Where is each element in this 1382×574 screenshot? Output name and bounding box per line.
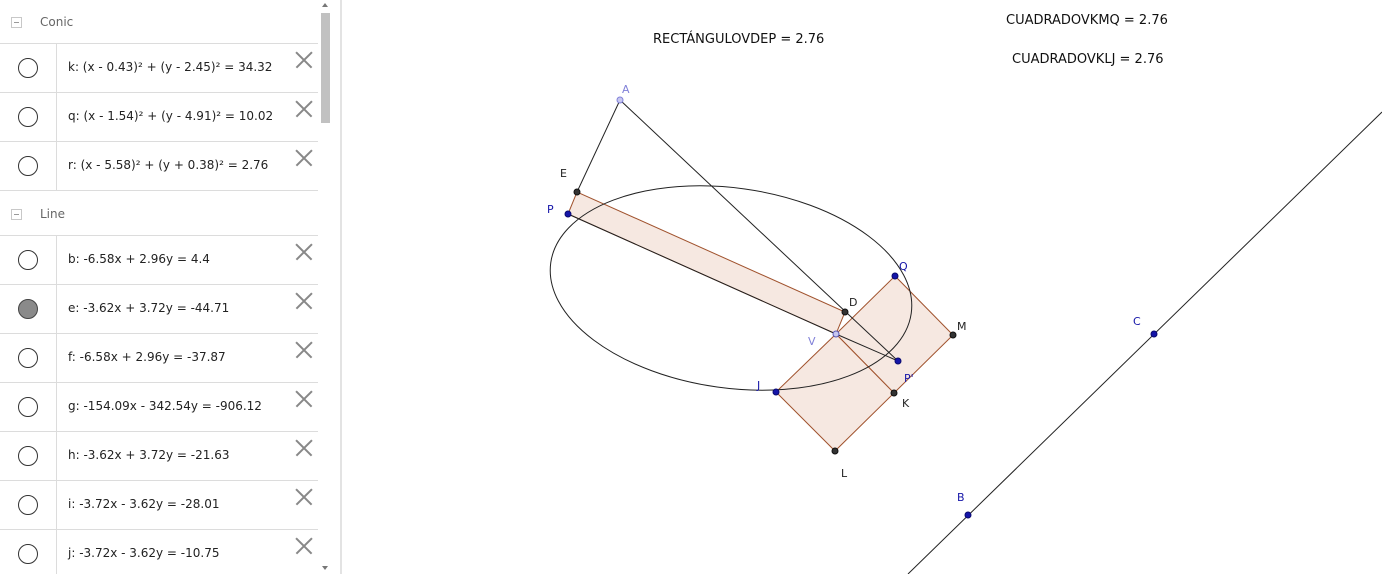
visibility-toggle-icon[interactable] xyxy=(18,250,38,270)
formula-h[interactable]: h: -3.62x + 3.72y = -21.63 xyxy=(68,448,229,462)
formula-j[interactable]: j: -3.72x - 3.62y = -10.75 xyxy=(68,546,220,560)
row-separator xyxy=(56,285,57,333)
formula-q[interactable]: q: (x - 1.54)² + (y - 4.91)² = 10.02 xyxy=(68,109,273,123)
point-b[interactable] xyxy=(964,511,972,519)
visibility-toggle-icon[interactable] xyxy=(18,397,38,417)
group-label-conic: Conic xyxy=(40,15,74,29)
group-header-conic[interactable]: Conic xyxy=(0,0,318,44)
delete-icon[interactable] xyxy=(294,438,314,458)
algebra-row-b[interactable]: b: -6.58x + 2.96y = 4.4 xyxy=(0,236,318,285)
graphics-view[interactable]: RECTÁNGULOVDEP = 2.76 CUADRADOVKMQ = 2.7… xyxy=(342,0,1382,574)
formula-f[interactable]: f: -6.58x + 2.96y = -37.87 xyxy=(68,350,226,364)
algebra-row-e[interactable]: e: -3.62x + 3.72y = -44.71 xyxy=(0,285,318,334)
rectangle-vdep[interactable] xyxy=(567,191,846,335)
algebra-row-h[interactable]: h: -3.62x + 3.72y = -21.63 xyxy=(0,432,318,481)
group-header-line[interactable]: Line xyxy=(0,192,318,236)
point-l[interactable] xyxy=(831,447,839,455)
algebra-row-g[interactable]: g: -154.09x - 342.54y = -906.12 xyxy=(0,383,318,432)
row-separator xyxy=(56,432,57,480)
point-k[interactable] xyxy=(890,389,898,397)
visibility-toggle-icon[interactable] xyxy=(18,58,38,78)
label-l: L xyxy=(841,467,848,480)
polygons xyxy=(567,191,954,452)
label-d: D xyxy=(849,296,857,309)
delete-icon[interactable] xyxy=(294,291,314,311)
algebra-row-r[interactable]: r: (x - 5.58)² + (y + 0.38)² = 2.76 xyxy=(0,142,318,191)
delete-icon[interactable] xyxy=(294,536,314,556)
row-separator xyxy=(56,93,57,141)
label-p: P xyxy=(547,203,554,216)
row-separator xyxy=(56,44,57,92)
point-m[interactable] xyxy=(949,331,957,339)
algebra-row-q[interactable]: q: (x - 1.54)² + (y - 4.91)² = 10.02 xyxy=(0,93,318,142)
points xyxy=(564,96,1158,519)
point-e[interactable] xyxy=(573,188,581,196)
point-d[interactable] xyxy=(841,308,849,316)
delete-icon[interactable] xyxy=(294,242,314,262)
point-v[interactable] xyxy=(832,330,840,338)
point-p[interactable] xyxy=(564,210,572,218)
formula-e[interactable]: e: -3.62x + 3.72y = -44.71 xyxy=(68,301,229,315)
label-c: C xyxy=(1133,315,1141,328)
label-v: V xyxy=(808,335,816,348)
algebra-row-j[interactable]: j: -3.72x - 3.62y = -10.75 xyxy=(0,530,318,574)
label-q: Q xyxy=(899,260,908,273)
construction-canvas[interactable]: A E P D Q M V P' K J L C B xyxy=(342,0,1382,574)
segment-ae[interactable] xyxy=(576,99,621,193)
visibility-toggle-icon[interactable] xyxy=(18,495,38,515)
label-b: B xyxy=(957,491,965,504)
point-j[interactable] xyxy=(772,388,780,396)
point-p-prime[interactable] xyxy=(894,357,902,365)
visibility-toggle-icon[interactable] xyxy=(18,107,38,127)
algebra-row-f[interactable]: f: -6.58x + 2.96y = -37.87 xyxy=(0,334,318,383)
formula-i[interactable]: i: -3.72x - 3.62y = -28.01 xyxy=(68,497,220,511)
collapse-icon[interactable] xyxy=(11,209,22,220)
scroll-up-icon[interactable] xyxy=(322,3,328,7)
label-j: J xyxy=(756,379,760,392)
visibility-toggle-icon[interactable] xyxy=(18,348,38,368)
visibility-toggle-icon[interactable] xyxy=(18,544,38,564)
row-separator xyxy=(56,236,57,284)
label-k: K xyxy=(902,397,910,410)
formula-k[interactable]: k: (x - 0.43)² + (y - 2.45)² = 34.32 xyxy=(68,60,272,74)
collapse-icon[interactable] xyxy=(11,17,22,28)
label-a: A xyxy=(622,83,630,96)
row-separator xyxy=(56,142,57,190)
formula-b[interactable]: b: -6.58x + 2.96y = 4.4 xyxy=(68,252,210,266)
algebra-scrollbar[interactable] xyxy=(318,0,333,574)
algebra-row-i[interactable]: i: -3.72x - 3.62y = -28.01 xyxy=(0,481,318,530)
row-separator xyxy=(56,334,57,382)
row-separator xyxy=(56,383,57,431)
visibility-toggle-icon[interactable] xyxy=(18,446,38,466)
delete-icon[interactable] xyxy=(294,487,314,507)
visibility-toggle-icon[interactable] xyxy=(18,299,38,319)
row-separator xyxy=(56,530,57,574)
label-m: M xyxy=(957,320,967,333)
line-bc[interactable] xyxy=(907,111,1382,574)
scroll-thumb[interactable] xyxy=(321,13,330,123)
delete-icon[interactable] xyxy=(294,340,314,360)
delete-icon[interactable] xyxy=(294,50,314,70)
row-separator xyxy=(56,481,57,529)
point-c[interactable] xyxy=(1150,330,1158,338)
label-e: E xyxy=(560,167,567,180)
delete-icon[interactable] xyxy=(294,99,314,119)
formula-g[interactable]: g: -154.09x - 342.54y = -906.12 xyxy=(68,399,262,413)
point-q[interactable] xyxy=(891,272,899,280)
point-a[interactable] xyxy=(616,96,624,104)
delete-icon[interactable] xyxy=(294,148,314,168)
label-p-prime: P' xyxy=(904,372,914,385)
algebra-list: Conic k: (x - 0.43)² + (y - 2.45)² = 34.… xyxy=(0,0,318,574)
delete-icon[interactable] xyxy=(294,389,314,409)
scroll-down-icon[interactable] xyxy=(322,566,328,570)
group-label-line: Line xyxy=(40,207,66,221)
visibility-toggle-icon[interactable] xyxy=(18,156,38,176)
segment-pv[interactable] xyxy=(567,213,837,335)
algebra-row-k[interactable]: k: (x - 0.43)² + (y - 2.45)² = 34.32 xyxy=(0,44,318,93)
algebra-view: Conic k: (x - 0.43)² + (y - 2.45)² = 34.… xyxy=(0,0,340,574)
formula-r[interactable]: r: (x - 5.58)² + (y + 0.38)² = 2.76 xyxy=(68,158,268,172)
